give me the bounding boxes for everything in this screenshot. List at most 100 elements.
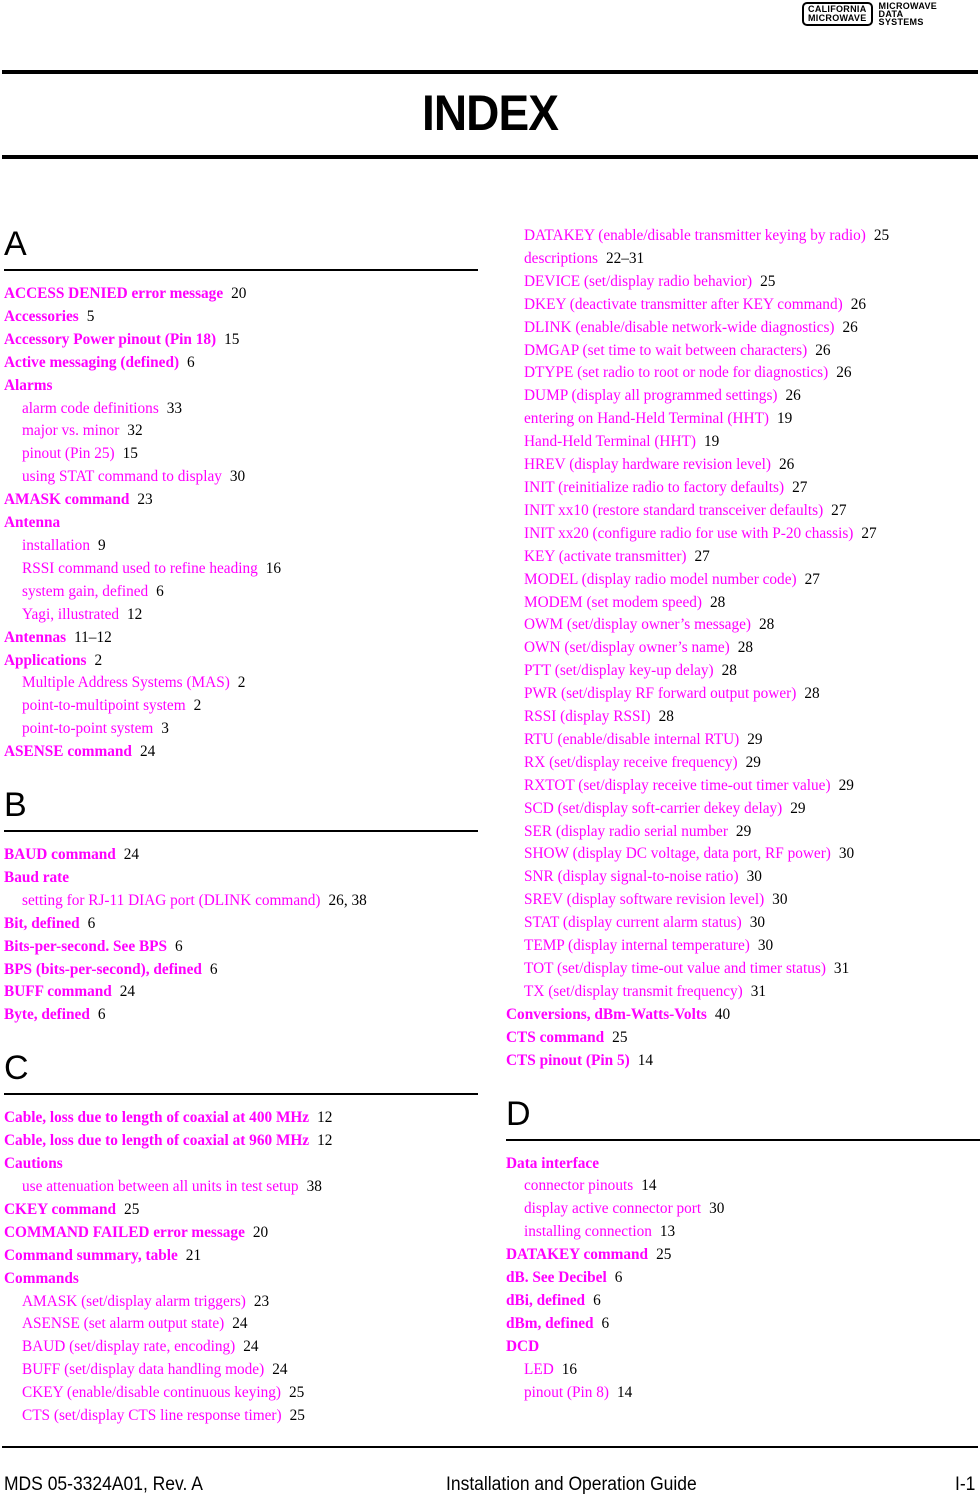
entry-term[interactable]: DATAKEY (enable/disable transmitter keyi… (524, 227, 866, 244)
index-entry[interactable]: Byte, defined 6 (4, 1004, 478, 1027)
index-subentry[interactable]: BAUD (set/display rate, encoding) 24 (4, 1336, 478, 1359)
entry-term[interactable]: SNR (display signal-to-noise ratio) (524, 868, 739, 885)
index-entry[interactable]: Commands (4, 1268, 478, 1291)
index-entry[interactable]: Applications 2 (4, 650, 478, 673)
entry-term[interactable]: BUFF command (4, 983, 112, 1000)
entry-term[interactable]: OWM (set/display owner’s message) (524, 616, 751, 633)
index-subentry[interactable]: installing connection 13 (506, 1221, 980, 1244)
entry-term[interactable]: dBm, defined (506, 1315, 594, 1332)
index-subentry[interactable]: DMGAP (set time to wait between characte… (506, 340, 980, 363)
index-subentry[interactable]: pinout (Pin 25) 15 (4, 443, 478, 466)
entry-term[interactable]: ACCESS DENIED error message (4, 285, 223, 302)
entry-term[interactable]: DLINK (enable/disable network-wide diagn… (524, 319, 835, 336)
entry-term[interactable]: RXTOT (set/display receive time-out time… (524, 777, 831, 794)
index-entry[interactable]: dB. See Decibel 6 (506, 1267, 980, 1290)
entry-term[interactable]: AMASK command (4, 491, 129, 508)
index-subentry[interactable]: descriptions 22–31 (506, 248, 980, 271)
index-subentry[interactable]: system gain, defined 6 (4, 581, 478, 604)
index-entry[interactable]: Cable, loss due to length of coaxial at … (4, 1107, 478, 1130)
entry-term[interactable]: Antenna (4, 514, 60, 531)
entry-term[interactable]: pinout (Pin 25) (22, 445, 115, 462)
index-subentry[interactable]: PWR (set/display RF forward output power… (506, 683, 980, 706)
index-subentry[interactable]: Hand-Held Terminal (HHT) 19 (506, 431, 980, 454)
index-entry[interactable]: Accessories 5 (4, 306, 478, 329)
entry-term[interactable]: Multiple Address Systems (MAS) (22, 674, 230, 691)
index-subentry[interactable]: RX (set/display receive frequency) 29 (506, 752, 980, 775)
index-subentry[interactable]: OWM (set/display owner’s message) 28 (506, 614, 980, 637)
entry-term[interactable]: installing connection (524, 1223, 652, 1240)
index-subentry[interactable]: connector pinouts 14 (506, 1175, 980, 1198)
entry-term[interactable]: ASENSE command (4, 743, 132, 760)
entry-term[interactable]: Hand-Held Terminal (HHT) (524, 433, 696, 450)
entry-term[interactable]: DUMP (display all programmed settings) (524, 387, 778, 404)
entry-term[interactable]: CKEY command (4, 1201, 116, 1218)
entry-term[interactable]: TEMP (display internal temperature) (524, 937, 750, 954)
index-entry[interactable]: Active messaging (defined) 6 (4, 352, 478, 375)
index-subentry[interactable]: SNR (display signal-to-noise ratio) 30 (506, 866, 980, 889)
index-entry[interactable]: Cautions (4, 1153, 478, 1176)
index-subentry[interactable]: OWN (set/display owner’s name) 28 (506, 637, 980, 660)
index-entry[interactable]: ACCESS DENIED error message 20 (4, 283, 478, 306)
entry-term[interactable]: Cautions (4, 1155, 63, 1172)
entry-term[interactable]: CKEY (enable/disable continuous keying) (22, 1384, 281, 1401)
entry-term[interactable]: Byte, defined (4, 1006, 90, 1023)
index-entry[interactable]: Antenna (4, 512, 478, 535)
entry-term[interactable]: DEVICE (set/display radio behavior) (524, 273, 752, 290)
entry-term[interactable]: Bits-per-second. See BPS (4, 938, 167, 955)
entry-term[interactable]: Yagi, illustrated (22, 606, 119, 623)
index-subentry[interactable]: HREV (display hardware revision level) 26 (506, 454, 980, 477)
entry-term[interactable]: INIT xx10 (restore standard transceiver … (524, 502, 823, 519)
index-subentry[interactable]: DTYPE (set radio to root or node for dia… (506, 362, 980, 385)
entry-term[interactable]: Data interface (506, 1155, 599, 1172)
entry-term[interactable]: RX (set/display receive frequency) (524, 754, 738, 771)
entry-term[interactable]: connector pinouts (524, 1177, 633, 1194)
index-entry[interactable]: Antennas 11–12 (4, 627, 478, 650)
index-subentry[interactable]: pinout (Pin 8) 14 (506, 1382, 980, 1405)
entry-term[interactable]: CTS (set/display CTS line response timer… (22, 1407, 282, 1424)
entry-term[interactable]: major vs. minor (22, 422, 119, 439)
entry-term[interactable]: INIT (reinitialize radio to factory defa… (524, 479, 784, 496)
index-subentry[interactable]: MODEL (display radio model number code) 2… (506, 569, 980, 592)
index-subentry[interactable]: major vs. minor 32 (4, 420, 478, 443)
entry-term[interactable]: AMASK (set/display alarm triggers) (22, 1293, 246, 1310)
index-subentry[interactable]: CKEY (enable/disable continuous keying) 2… (4, 1382, 478, 1405)
index-entry[interactable]: DATAKEY command 25 (506, 1244, 980, 1267)
index-entry[interactable]: CTS pinout (Pin 5) 14 (506, 1050, 980, 1073)
index-subentry[interactable]: INIT (reinitialize radio to factory defa… (506, 477, 980, 500)
entry-term[interactable]: COMMAND FAILED error message (4, 1224, 245, 1241)
entry-term[interactable]: CTS command (506, 1029, 604, 1046)
index-subentry[interactable]: INIT xx20 (configure radio for use with … (506, 523, 980, 546)
entry-term[interactable]: DTYPE (set radio to root or node for dia… (524, 364, 828, 381)
entry-term[interactable]: Accessory Power pinout (Pin 18) (4, 331, 216, 348)
entry-term[interactable]: MODEL (display radio model number code) (524, 571, 797, 588)
index-entry[interactable]: dBm, defined 6 (506, 1313, 980, 1336)
entry-term[interactable]: Accessories (4, 308, 79, 325)
index-subentry[interactable]: MODEM (set modem speed) 28 (506, 592, 980, 615)
entry-term[interactable]: SCD (set/display soft-carrier dekey dela… (524, 800, 782, 817)
index-entry[interactable]: Baud rate (4, 867, 478, 890)
index-entry[interactable]: CTS command 25 (506, 1027, 980, 1050)
index-subentry[interactable]: display active connector port 30 (506, 1198, 980, 1221)
entry-term[interactable]: pinout (Pin 8) (524, 1384, 609, 1401)
index-subentry[interactable]: PTT (set/display key-up delay) 28 (506, 660, 980, 683)
index-entry[interactable]: ASENSE command 24 (4, 741, 478, 764)
index-subentry[interactable]: RSSI (display RSSI) 28 (506, 706, 980, 729)
index-subentry[interactable]: KEY (activate transmitter) 27 (506, 546, 980, 569)
index-subentry[interactable]: setting for RJ-11 DIAG port (DLINK comma… (4, 890, 478, 913)
index-subentry[interactable]: Multiple Address Systems (MAS) 2 (4, 672, 478, 695)
entry-term[interactable]: STAT (display current alarm status) (524, 914, 742, 931)
index-subentry[interactable]: DEVICE (set/display radio behavior) 25 (506, 271, 980, 294)
index-subentry[interactable]: installation 9 (4, 535, 478, 558)
index-subentry[interactable]: SCD (set/display soft-carrier dekey dela… (506, 798, 980, 821)
entry-term[interactable]: use attenuation between all units in tes… (22, 1178, 299, 1195)
entry-term[interactable]: display active connector port (524, 1200, 701, 1217)
entry-term[interactable]: SREV (display software revision level) (524, 891, 764, 908)
entry-term[interactable]: TX (set/display transmit frequency) (524, 983, 743, 1000)
entry-term[interactable]: KEY (activate transmitter) (524, 548, 687, 565)
entry-term[interactable]: DCD (506, 1338, 539, 1355)
entry-term[interactable]: HREV (display hardware revision level) (524, 456, 771, 473)
index-entry[interactable]: Cable, loss due to length of coaxial at … (4, 1130, 478, 1153)
index-subentry[interactable]: DLINK (enable/disable network-wide diagn… (506, 317, 980, 340)
entry-term[interactable]: setting for RJ-11 DIAG port (DLINK comma… (22, 892, 321, 909)
index-subentry[interactable]: AMASK (set/display alarm triggers) 23 (4, 1291, 478, 1314)
